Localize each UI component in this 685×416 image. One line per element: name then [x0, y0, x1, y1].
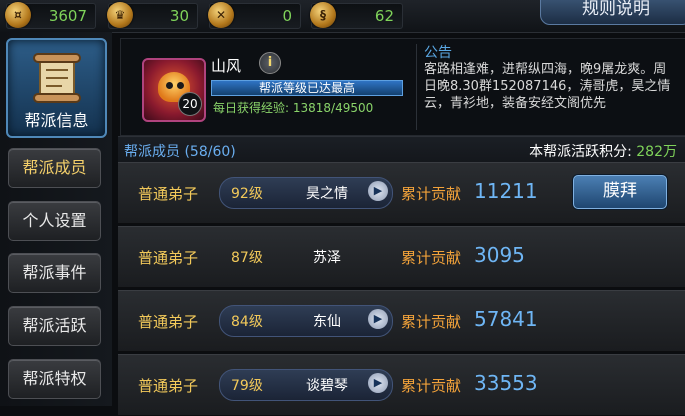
contribution-label: 累计贡献	[401, 377, 462, 395]
contribution-label: 累计贡献	[401, 313, 462, 331]
info-icon[interactable]: i	[259, 52, 281, 74]
member-name: 苏泽	[313, 250, 341, 266]
divider	[416, 44, 417, 130]
sidebar-item-privileges[interactable]: 帮派特权	[8, 359, 101, 399]
contribution-value: 11211	[474, 179, 538, 203]
activity-label: 本帮派活跃积分:	[529, 144, 637, 160]
notice-title: 公告	[424, 45, 452, 61]
medal-currency: § 62	[310, 2, 403, 29]
sidebar-item-events[interactable]: 帮派事件	[8, 253, 101, 293]
sidebar: 帮派信息 帮派成员 个人设置 帮派事件 帮派活跃 帮派特权	[0, 32, 112, 406]
honor-currency: ♛ 30	[107, 2, 198, 29]
member-name: 东仙	[313, 314, 341, 330]
currency-bar: ¤ 3607 ♛ 30 ✕ 0 § 62 规则说明	[0, 0, 685, 33]
contribution-label: 累计贡献	[401, 185, 462, 203]
contribution-value: 3095	[474, 243, 525, 267]
member-row: 普通弟子 84级 东仙 ▶ 累计贡献 57841	[118, 290, 685, 352]
sidebar-item-guild-info[interactable]: 帮派信息	[6, 38, 107, 138]
member-name: 昊之情	[306, 186, 348, 202]
member-level: 92级	[231, 186, 263, 202]
play-arrow-icon[interactable]: ▶	[368, 181, 388, 201]
medal-value: 62	[374, 7, 394, 25]
crossed-swords-icon: ✕	[208, 2, 234, 28]
honor-value: 30	[169, 7, 189, 25]
members-header: 帮派成员 (58/60) 本帮派活跃积分: 282万	[118, 136, 685, 162]
member-level: 84级	[231, 314, 263, 330]
battle-currency: ✕ 0	[208, 2, 301, 29]
gold-coin-icon: ¤	[5, 2, 31, 28]
rules-button[interactable]: 规则说明	[540, 0, 685, 25]
member-level: 79级	[231, 378, 263, 394]
guild-name: 山风	[211, 57, 242, 75]
notice-text: 客路相逢难，进帮纵四海，晚9屠龙爽。周日晚8.30群152087146，涛哥虎，…	[424, 62, 671, 111]
activity-value: 282万	[636, 144, 677, 160]
member-name: 谈碧琴	[306, 378, 348, 394]
guild-level-badge: 20	[178, 92, 202, 116]
member-count: 帮派成员 (58/60)	[124, 144, 236, 160]
contribution-value: 33553	[474, 371, 538, 395]
gold-currency: ¤ 3607	[5, 2, 96, 29]
play-arrow-icon[interactable]: ▶	[368, 373, 388, 393]
member-row: 普通弟子 92级 昊之情 ▶ 累计贡献 11211 膜拜	[118, 162, 685, 224]
member-rank: 普通弟子	[138, 313, 199, 331]
contribution-label: 累计贡献	[401, 249, 462, 267]
sidebar-item-activity[interactable]: 帮派活跃	[8, 306, 101, 346]
member-rank: 普通弟子	[138, 249, 199, 267]
scroll-icon	[33, 53, 81, 103]
play-arrow-icon[interactable]: ▶	[368, 309, 388, 329]
member-rank: 普通弟子	[138, 377, 199, 395]
daily-exp: 每日获得经验: 13818/49500	[213, 101, 374, 115]
sidebar-item-label: 帮派信息	[24, 111, 89, 130]
sidebar-item-members[interactable]: 帮派成员	[8, 148, 101, 188]
member-row: 普通弟子 79级 谈碧琴 ▶ 累计贡献 33553	[118, 354, 685, 416]
worship-button[interactable]: 膜拜	[573, 175, 667, 209]
member-level: 87级	[231, 250, 263, 266]
gold-value: 3607	[48, 7, 87, 25]
contribution-value: 57841	[474, 307, 538, 331]
guild-activity: 本帮派活跃积分: 282万	[529, 141, 677, 161]
helmet-icon: ♛	[107, 2, 133, 28]
member-row: 普通弟子 87级 苏泽 累计贡献 3095	[118, 226, 685, 288]
battle-value: 0	[282, 7, 292, 25]
guild-level-bar: 帮派等级已达最高	[211, 80, 403, 96]
member-rank: 普通弟子	[138, 185, 199, 203]
scroll-medal-icon: §	[310, 2, 336, 28]
sidebar-item-personal-settings[interactable]: 个人设置	[8, 201, 101, 241]
